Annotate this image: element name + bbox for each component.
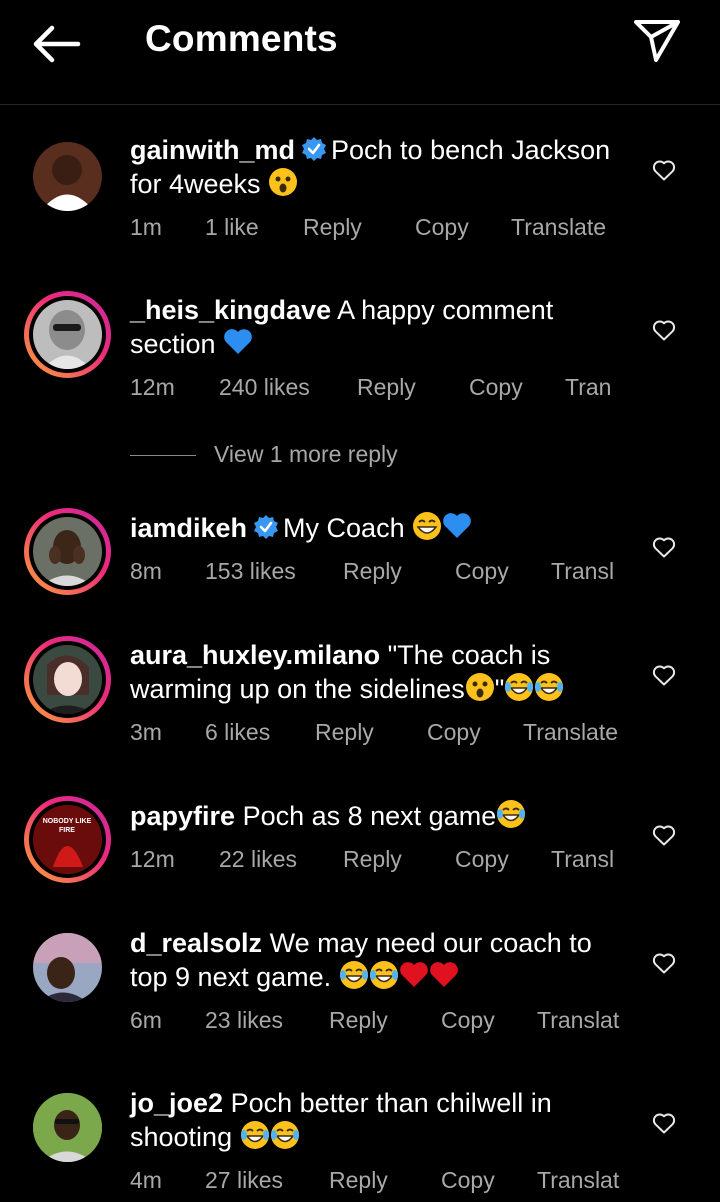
comment-text: Poch as 8 next game <box>242 801 497 831</box>
comment-text: My Coach <box>283 513 405 543</box>
translate-button[interactable]: Translate <box>523 719 618 746</box>
comment-time: 1m <box>130 214 162 240</box>
copy-button[interactable]: Copy <box>469 374 523 401</box>
joy-emoji-icon <box>369 961 398 989</box>
translate-button[interactable]: Translat <box>537 1167 619 1194</box>
avatar[interactable] <box>24 924 111 1011</box>
like-heart-icon[interactable] <box>652 1112 676 1134</box>
avatar[interactable] <box>24 508 111 595</box>
comment-username[interactable]: d_realsolz <box>130 928 262 958</box>
comment-text-end: " <box>494 674 505 704</box>
joy-emoji-icon <box>339 961 368 989</box>
comment-likes[interactable]: 6 likes <box>205 719 270 746</box>
reply-button[interactable]: Reply <box>357 374 416 401</box>
avatar-art-text: NOBODY LIKE <box>43 818 92 825</box>
blue-heart-emoji-icon <box>443 513 471 538</box>
copy-button[interactable]: Copy <box>415 214 469 241</box>
reply-divider-line <box>130 455 196 457</box>
verified-badge-icon <box>302 137 327 161</box>
copy-button[interactable]: Copy <box>441 1007 495 1034</box>
translate-button[interactable]: Tran <box>565 374 611 401</box>
joy-emoji-icon <box>270 1121 299 1149</box>
comment-likes[interactable]: 240 likes <box>219 374 310 401</box>
comment-username[interactable]: aura_huxley.milano <box>130 640 380 670</box>
joy-emoji-icon <box>535 673 564 701</box>
reply-button[interactable]: Reply <box>315 719 374 746</box>
comment-time: 4m <box>130 1167 162 1193</box>
red-heart-emoji-icon <box>429 962 458 987</box>
comment-time: 3m <box>130 719 162 745</box>
avatar[interactable] <box>24 636 111 723</box>
joy-emoji-icon <box>497 800 526 828</box>
comment-time: 12m <box>130 374 175 400</box>
comment-username[interactable]: iamdikeh <box>130 513 247 543</box>
top-bar: Comments <box>0 0 720 105</box>
comment-time: 12m <box>130 846 175 872</box>
comment-username[interactable]: _heis_kingdave <box>130 295 331 325</box>
comment-likes[interactable]: 153 likes <box>205 558 296 585</box>
copy-button[interactable]: Copy <box>455 846 509 873</box>
comment-username[interactable]: papyfire <box>130 801 235 831</box>
joy-emoji-icon <box>240 1121 269 1149</box>
translate-button[interactable]: Transl <box>551 558 614 585</box>
like-heart-icon[interactable] <box>652 664 676 686</box>
reply-button[interactable]: Reply <box>343 846 402 873</box>
back-arrow-icon[interactable] <box>30 22 82 66</box>
copy-button[interactable]: Copy <box>455 558 509 585</box>
comment-likes[interactable]: 27 likes <box>205 1167 283 1194</box>
reply-button[interactable]: Reply <box>329 1007 388 1034</box>
joy-emoji-icon <box>505 673 534 701</box>
copy-button[interactable]: Copy <box>441 1167 495 1194</box>
grin-emoji-icon <box>413 512 442 540</box>
direct-send-icon[interactable] <box>632 18 682 64</box>
avatar-art-text: FIRE <box>59 827 75 834</box>
translate-button[interactable]: Transl <box>551 846 614 873</box>
reply-button[interactable]: Reply <box>303 214 362 241</box>
comment-username[interactable]: jo_joe2 <box>130 1088 223 1118</box>
like-heart-icon[interactable] <box>652 952 676 974</box>
like-heart-icon[interactable] <box>652 824 676 846</box>
reply-button[interactable]: Reply <box>329 1167 388 1194</box>
avatar[interactable]: NOBODY LIKE FIRE <box>24 796 111 883</box>
astonished-emoji-icon <box>269 168 298 196</box>
comment-likes[interactable]: 23 likes <box>205 1007 283 1034</box>
view-more-replies-button[interactable]: View 1 more reply <box>130 441 398 468</box>
comment-likes[interactable]: 1 like <box>205 214 259 241</box>
like-heart-icon[interactable] <box>652 159 676 181</box>
view-more-replies-label: View 1 more reply <box>214 441 398 467</box>
blue-heart-emoji-icon <box>224 329 252 354</box>
avatar[interactable] <box>24 291 111 378</box>
reply-button[interactable]: Reply <box>343 558 402 585</box>
like-heart-icon[interactable] <box>652 319 676 341</box>
copy-button[interactable]: Copy <box>427 719 481 746</box>
avatar[interactable] <box>24 133 111 220</box>
avatar[interactable] <box>24 1084 111 1171</box>
comment-username[interactable]: gainwith_md <box>130 135 295 165</box>
verified-badge-icon <box>254 515 279 539</box>
comment-time: 8m <box>130 558 162 584</box>
page-title: Comments <box>145 18 338 59</box>
like-heart-icon[interactable] <box>652 536 676 558</box>
comment-likes[interactable]: 22 likes <box>219 846 297 873</box>
red-heart-emoji-icon <box>399 962 428 987</box>
translate-button[interactable]: Translate <box>511 214 606 241</box>
comment-time: 6m <box>130 1007 162 1033</box>
translate-button[interactable]: Translat <box>537 1007 619 1034</box>
astonished-emoji-icon <box>465 673 494 701</box>
